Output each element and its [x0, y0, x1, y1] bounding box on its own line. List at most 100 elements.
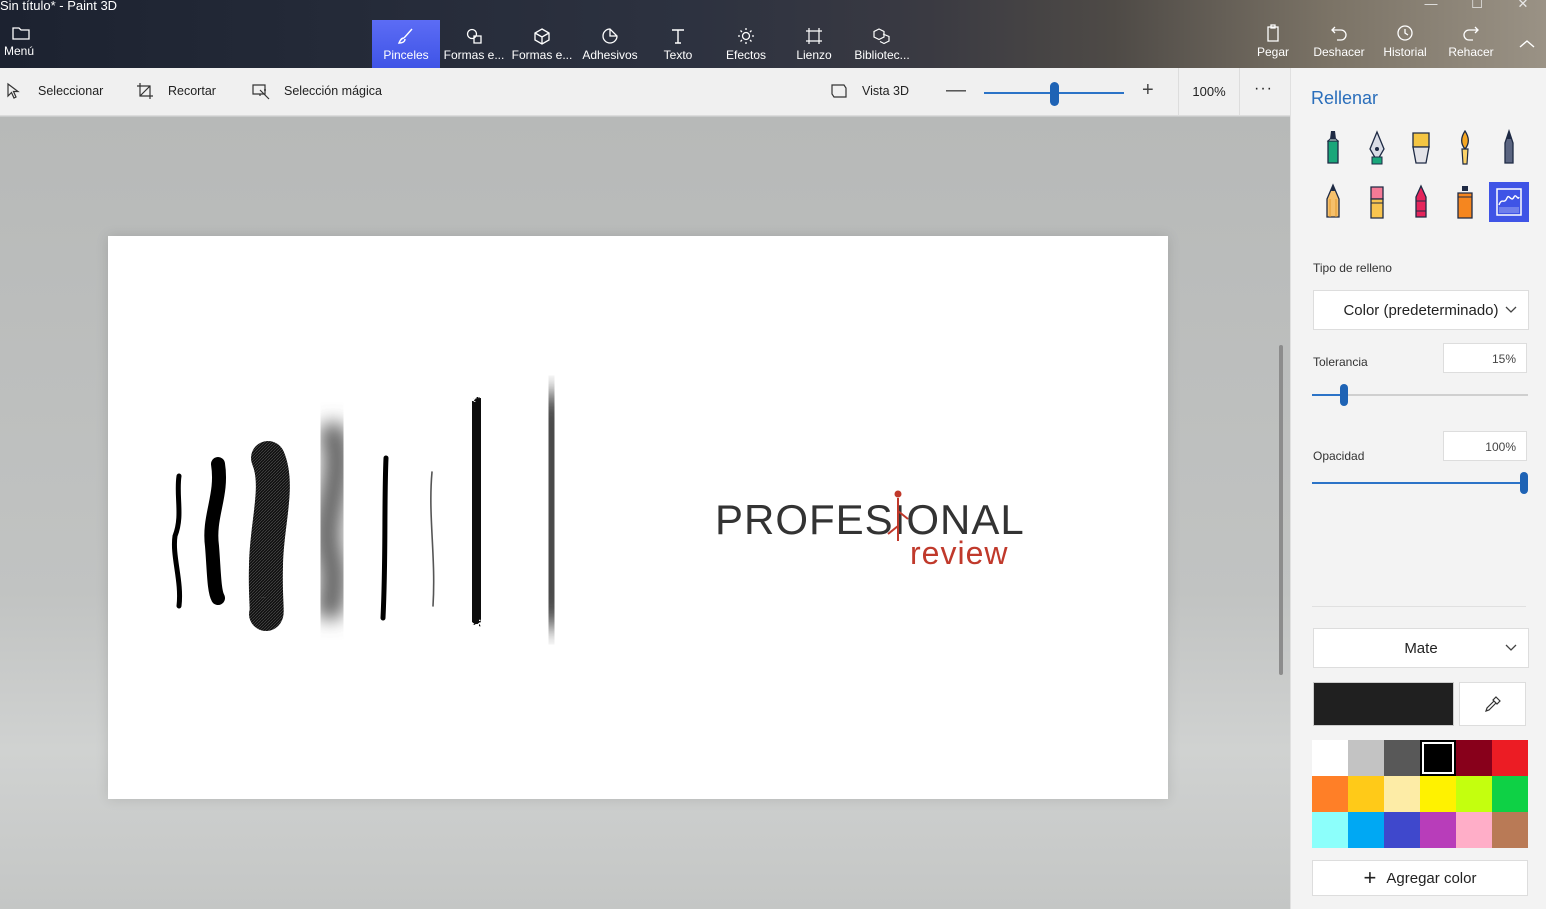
minimize-button[interactable]: —	[1408, 0, 1454, 12]
redo-label: Rehacer	[1448, 45, 1494, 59]
palette-swatch[interactable]	[1312, 740, 1348, 776]
select-button[interactable]: Seleccionar	[6, 82, 103, 100]
window-title: Sin título* - Paint 3D	[0, 0, 118, 13]
brush-pixel-pen[interactable]	[1489, 128, 1529, 168]
palette-swatch[interactable]	[1492, 776, 1528, 812]
brush-icon	[397, 28, 413, 44]
current-color-swatch[interactable]	[1313, 682, 1454, 726]
brush-eraser[interactable]	[1357, 182, 1397, 222]
zoom-level[interactable]: 100%	[1178, 68, 1240, 116]
palette-swatch[interactable]	[1384, 776, 1420, 812]
canvas-toolbar: Seleccionar Recortar Selección mágica Vi…	[0, 68, 1290, 116]
tab-brushes[interactable]: Pinceles	[372, 20, 440, 68]
history-button[interactable]: Historial	[1372, 24, 1438, 59]
opacity-slider-thumb[interactable]	[1520, 472, 1528, 494]
palette-swatch[interactable]	[1384, 812, 1420, 848]
collapse-ribbon-icon[interactable]	[1516, 36, 1538, 52]
watercolor-icon	[1460, 129, 1470, 165]
undo-button[interactable]: Deshacer	[1306, 24, 1372, 59]
marker-icon	[1326, 131, 1340, 164]
maximize-button[interactable]: ☐	[1454, 0, 1500, 12]
tab-label: Bibliotec...	[854, 48, 910, 62]
tab-canvas[interactable]: Lienzo	[780, 20, 848, 68]
tab-3d-shapes[interactable]: Formas e...	[508, 20, 576, 68]
tab-label: Texto	[663, 48, 693, 62]
tab-stickers[interactable]: Adhesivos	[576, 20, 644, 68]
pixel-pen-stroke	[380, 455, 389, 621]
tab-2d-shapes[interactable]: Formas e...	[440, 20, 508, 68]
tab-effects[interactable]: Efectos	[712, 20, 780, 68]
fill-type-value: Color (predeterminado)	[1343, 301, 1499, 319]
palette-swatch[interactable]	[1420, 812, 1456, 848]
tab-label: Pinceles	[383, 48, 429, 62]
calligraphy-stroke	[204, 457, 226, 605]
palette-swatch[interactable]	[1348, 740, 1384, 776]
effects-icon	[738, 28, 754, 44]
zoom-in-button[interactable]: +	[1142, 80, 1154, 100]
more-options-button[interactable]: ···	[1254, 80, 1273, 98]
redo-button[interactable]: Rehacer	[1438, 24, 1504, 59]
zoom-out-button[interactable]: —	[946, 80, 966, 100]
palette-swatch[interactable]	[1348, 812, 1384, 848]
paste-button[interactable]: Pegar	[1240, 24, 1306, 59]
tolerance-slider-thumb[interactable]	[1340, 384, 1349, 406]
brush-marker[interactable]	[1313, 128, 1353, 168]
tab-text[interactable]: Texto	[644, 20, 712, 68]
redo-icon	[1463, 26, 1479, 41]
opacity-input[interactable]: 100%	[1443, 431, 1527, 461]
crop-button[interactable]: Recortar	[136, 82, 216, 100]
palette-swatch[interactable]	[1348, 776, 1384, 812]
palette-swatch[interactable]	[1492, 812, 1528, 848]
brush-oil[interactable]	[1401, 128, 1441, 168]
ribbon-tools: Pinceles Formas e... Formas e... Adhesiv…	[372, 20, 916, 68]
drawing-canvas[interactable]: PROFESIONAL review	[108, 236, 1168, 799]
brush-calligraphy[interactable]	[1357, 128, 1397, 168]
fill-type-label: Tipo de relleno	[1313, 261, 1392, 275]
zoom-slider-thumb[interactable]	[1050, 82, 1059, 106]
palette-swatch[interactable]	[1420, 776, 1456, 812]
brush-watercolor[interactable]	[1445, 128, 1485, 168]
brush-fill[interactable]	[1489, 182, 1529, 222]
palette-swatch[interactable]	[1420, 740, 1456, 776]
brush-pencil[interactable]	[1313, 182, 1353, 222]
fill-type-dropdown[interactable]: Color (predeterminado)	[1313, 290, 1529, 330]
palette-swatch[interactable]	[1312, 776, 1348, 812]
opacity-slider-fill	[1312, 482, 1524, 484]
brush-spray[interactable]	[1445, 182, 1485, 222]
tab-library[interactable]: Bibliotec...	[848, 20, 916, 68]
paste-label: Pegar	[1256, 45, 1290, 59]
canvas-artwork: PROFESIONAL review	[171, 391, 1024, 631]
pixel-pen-icon	[1504, 129, 1514, 164]
palette-swatch[interactable]	[1456, 776, 1492, 812]
palette-swatch[interactable]	[1312, 812, 1348, 848]
menu-button[interactable]: Menú	[4, 26, 44, 58]
view-3d-icon	[831, 84, 847, 98]
vertical-scrollbar[interactable]	[1279, 345, 1283, 675]
tolerance-input[interactable]: 15%	[1443, 343, 1527, 373]
palette-swatch[interactable]	[1456, 740, 1492, 776]
folder-icon	[12, 27, 30, 40]
pencil-stroke	[430, 471, 435, 607]
palette-swatch[interactable]	[1456, 812, 1492, 848]
history-label: Historial	[1383, 45, 1427, 59]
view-3d-button[interactable]: Vista 3D	[830, 82, 909, 100]
ribbon-actions: Pegar Deshacer Historial Rehacer	[1240, 24, 1504, 59]
crop-icon	[137, 83, 153, 99]
chevron-down-icon	[1505, 644, 1517, 651]
palette-swatch[interactable]	[1384, 740, 1420, 776]
magic-select-button[interactable]: Selección mágica	[252, 82, 382, 100]
eyedropper-button[interactable]	[1459, 682, 1526, 726]
finish-dropdown[interactable]: Mate	[1313, 628, 1529, 668]
close-button[interactable]: ✕	[1500, 0, 1546, 12]
brush-crayon[interactable]	[1401, 182, 1441, 222]
chevron-down-icon	[1505, 306, 1517, 313]
undo-icon	[1331, 26, 1347, 41]
2d-shapes-icon	[466, 28, 482, 44]
palette-swatch[interactable]	[1492, 740, 1528, 776]
panel-divider	[1312, 606, 1526, 607]
tab-label: Adhesivos	[582, 48, 638, 62]
crayon-icon	[1415, 184, 1427, 218]
crayon-stroke	[463, 398, 490, 624]
pencil-icon	[1326, 183, 1340, 218]
add-color-button[interactable]: + Agregar color	[1312, 860, 1528, 896]
